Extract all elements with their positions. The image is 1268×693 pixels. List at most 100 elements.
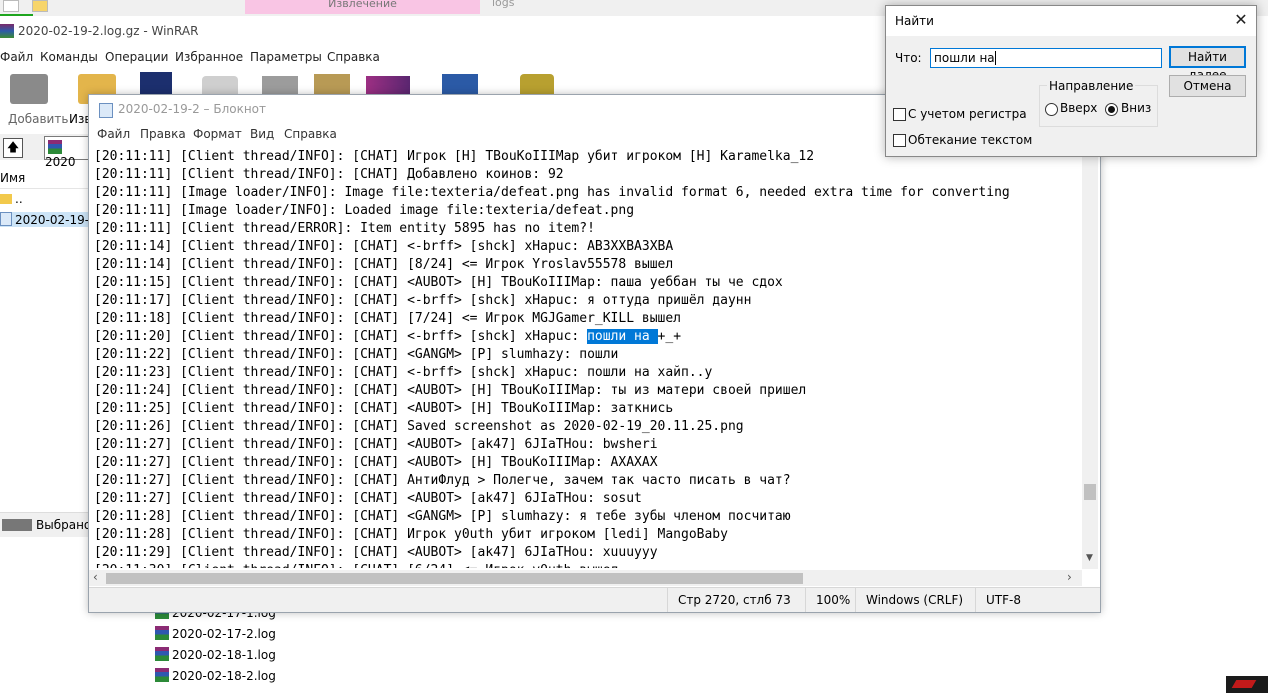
log-line: [20:11:14] [Client thread/INFO]: [CHAT] … <box>94 239 674 254</box>
direction-down-radio[interactable] <box>1105 103 1118 116</box>
log-line: [20:11:29] [Client thread/INFO]: [CHAT] … <box>94 545 658 560</box>
winrar-status-bar: Выбрано <box>0 512 92 537</box>
winrar-menu-file[interactable]: Файл <box>0 50 33 64</box>
log-line: [20:11:22] [Client thread/INFO]: [CHAT] … <box>94 347 619 362</box>
log-line: [20:11:25] [Client thread/INFO]: [CHAT] … <box>94 401 674 416</box>
checkbox-icon <box>3 0 19 12</box>
log-line: [20:11:27] [Client thread/INFO]: [CHAT] … <box>94 473 791 488</box>
tray-app-icon[interactable] <box>1226 676 1268 693</box>
log-line: [20:11:28] [Client thread/INFO]: [CHAT] … <box>94 509 791 524</box>
list-item[interactable]: 2020-02-18-1.log <box>155 647 276 662</box>
direction-down-label: Вниз <box>1121 101 1152 115</box>
scroll-left-icon[interactable]: ‹ <box>93 570 98 584</box>
up-folder-button[interactable]: 🡅 <box>3 138 23 158</box>
notepad-menu-help[interactable]: Справка <box>284 127 337 141</box>
log-line: [20:11:28] [Client thread/INFO]: [CHAT] … <box>94 527 728 542</box>
line-ending: Windows (CRLF) <box>855 588 963 612</box>
winrar-address-bar: 🡅 2020 <box>0 134 92 169</box>
log-line: [20:11:20] [Client thread/INFO]: [CHAT] … <box>94 329 682 344</box>
log-line: [20:11:11] [Image loader/INFO]: Image fi… <box>94 185 1010 200</box>
notepad-title: 2020-02-19-2 – Блокнот <box>118 102 267 116</box>
file-list-item[interactable]: .. <box>0 192 23 206</box>
add-icon <box>10 74 48 104</box>
cursor-position: Стр 2720, стлб 73 <box>667 588 791 612</box>
search-highlight: пошли на <box>587 329 658 344</box>
encoding: UTF-8 <box>975 588 1021 612</box>
log-line: [20:11:27] [Client thread/INFO]: [CHAT] … <box>94 437 658 452</box>
line-remainder: +_+ <box>657 329 682 344</box>
name-column-header[interactable]: Имя <box>0 168 90 189</box>
zoom-level-text: 100% <box>816 593 851 607</box>
match-case-checkbox[interactable] <box>893 108 906 121</box>
close-icon[interactable]: ✕ <box>1231 10 1251 29</box>
drive-icon <box>2 519 32 531</box>
notepad-window: 2020-02-19-2 – Блокнот Файл Правка Форма… <box>88 94 1101 613</box>
log-line: [20:11:26] [Client thread/INFO]: [CHAT] … <box>94 419 744 434</box>
notepad-menu-edit[interactable]: Правка <box>140 127 186 141</box>
horizontal-scroll-thumb[interactable] <box>106 573 803 584</box>
file-name: 2020-02-17-2.log <box>172 627 276 641</box>
notepad-menu-view[interactable]: Вид <box>250 127 274 141</box>
find-next-button[interactable]: Найти далее <box>1169 46 1246 82</box>
log-line: [20:11:14] [Client thread/INFO]: [CHAT] … <box>94 257 674 272</box>
wrap-around-checkbox[interactable] <box>893 134 906 147</box>
file-name: 2020-02-18-2.log <box>172 669 276 683</box>
vertical-scrollbar[interactable]: ▲ ▼ <box>1082 145 1098 569</box>
list-item[interactable]: 2020-02-18-2.log <box>155 668 276 683</box>
winrar-menu-help[interactable]: Справка <box>327 50 380 64</box>
find-what-value: пошли на <box>934 51 995 65</box>
notepad-status-bar: Стр 2720, стлб 73 100% Windows (CRLF) UT… <box>89 587 1100 612</box>
address-combo[interactable]: 2020 <box>44 136 92 169</box>
log-line: [20:11:17] [Client thread/INFO]: [CHAT] … <box>94 293 752 308</box>
find-dialog-title: Найти <box>895 14 934 28</box>
text-cursor <box>994 51 996 65</box>
direction-up-label: Вверх <box>1060 101 1098 115</box>
notepad-menu-format[interactable]: Формат <box>193 127 242 141</box>
file-name: 2020-02-18-1.log <box>172 648 276 662</box>
scroll-down-icon[interactable]: ▼ <box>1086 553 1093 563</box>
notepad-text-area[interactable]: [20:11:11] [Client thread/INFO]: [CHAT] … <box>94 148 1079 568</box>
winrar-menu-favorites[interactable]: Избранное <box>175 50 243 64</box>
find-what-label: Что: <box>895 51 922 65</box>
archive-icon <box>155 668 169 682</box>
winrar-title-bar: 2020-02-19-2.log.gz - WinRAR <box>0 16 886 46</box>
winrar-menu-options[interactable]: Параметры <box>250 50 322 64</box>
logs-tab-label: logs <box>492 0 515 9</box>
notepad-app-icon <box>99 103 113 118</box>
winrar-menu-operations[interactable]: Операции <box>105 50 168 64</box>
winrar-menu-bar: Файл Команды Операции Избранное Параметр… <box>0 48 886 68</box>
archive-icon <box>155 647 169 661</box>
add-label: Добавить <box>8 112 69 126</box>
archive-icon <box>48 140 62 154</box>
cursor-position-text: Стр 2720, стлб 73 <box>678 593 791 607</box>
direction-up-radio[interactable] <box>1045 103 1058 116</box>
vertical-scroll-thumb[interactable] <box>1084 484 1096 500</box>
wrap-around-label: Обтекание текстом <box>908 133 1033 147</box>
status-selected: Выбрано <box>36 518 92 532</box>
log-line: [20:11:30] [Client thread/INFO]: [CHAT] … <box>94 562 1079 568</box>
direction-label: Направление <box>1047 79 1136 93</box>
log-line: [20:11:11] [Client thread/INFO]: [CHAT] … <box>94 167 564 182</box>
extract-tab[interactable]: Извлечение <box>245 0 480 14</box>
folder-up-icon <box>0 194 12 204</box>
winrar-app-icon <box>0 24 14 38</box>
list-item[interactable]: 2020-02-17-2.log <box>155 626 276 641</box>
horizontal-scrollbar[interactable]: ‹ › <box>89 570 1082 586</box>
address-value: 2020 <box>45 155 76 169</box>
name-column-label: Имя <box>0 171 26 185</box>
scroll-right-icon[interactable]: › <box>1067 570 1072 584</box>
notepad-menu-file[interactable]: Файл <box>97 127 130 141</box>
encoding-text: UTF-8 <box>986 593 1021 607</box>
log-line: [20:11:11] [Image loader/INFO]: Loaded i… <box>94 203 635 218</box>
find-what-input[interactable]: пошли на <box>930 48 1162 68</box>
log-line: [20:11:18] [Client thread/INFO]: [CHAT] … <box>94 311 681 326</box>
winrar-title: 2020-02-19-2.log.gz - WinRAR <box>18 24 199 38</box>
file-name: .. <box>15 192 23 206</box>
winrar-menu-commands[interactable]: Команды <box>40 50 98 64</box>
match-case-label: С учетом регистра <box>908 107 1027 121</box>
add-button[interactable]: Добавить <box>2 70 68 132</box>
log-line: [20:11:11] [Client thread/ERROR]: Item e… <box>94 221 595 236</box>
log-line: [20:11:23] [Client thread/INFO]: [CHAT] … <box>94 365 713 380</box>
cancel-button[interactable]: Отмена <box>1169 75 1246 97</box>
archive-icon <box>155 626 169 640</box>
